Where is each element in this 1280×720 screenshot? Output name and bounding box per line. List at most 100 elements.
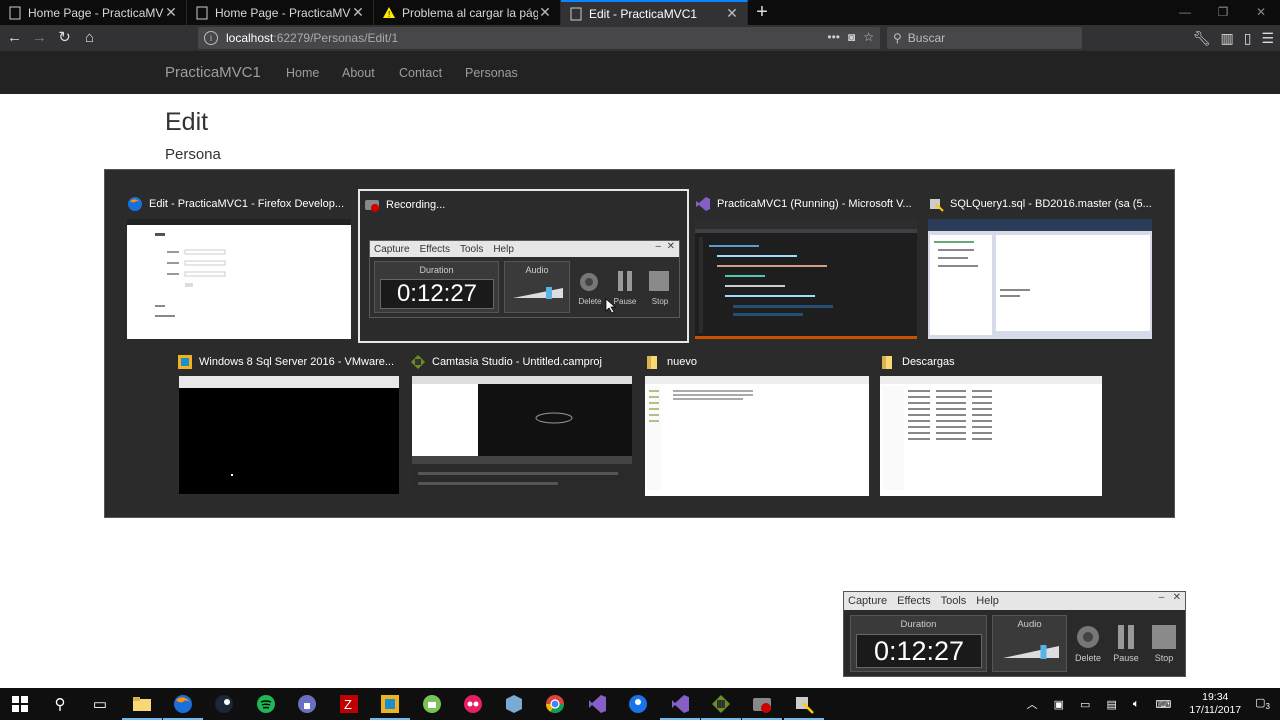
task-view-icon[interactable]: ▭: [88, 692, 112, 716]
close-icon[interactable]: ✕: [725, 5, 739, 22]
visual-studio-icon[interactable]: [585, 692, 609, 716]
browser-tab[interactable]: ! Problema al cargar la página ✕: [374, 0, 561, 25]
delete-label: Delete: [578, 297, 602, 306]
windows-start-icon[interactable]: [8, 692, 32, 716]
browser-tab[interactable]: Home Page - PracticaMVC1 ✕: [0, 0, 187, 25]
audio-level-meter: [513, 287, 563, 299]
delete-icon: [580, 273, 598, 291]
menu-tools[interactable]: Tools: [941, 595, 967, 607]
home-icon[interactable]: ⌂: [77, 26, 102, 50]
windows-taskbar: ⚲ ▭ Z ︿ ▣ ▭ ▤ 🔈︎ ⌨ 19:34 17/11/2017 ▢3: [0, 688, 1280, 720]
tab-title: Problema al cargar la página: [402, 5, 538, 20]
switcher-item-firefox[interactable]: Edit - PracticaMVC1 - Firefox Develop...: [125, 192, 353, 340]
tray-chevron-up-icon[interactable]: ︿: [1027, 696, 1038, 712]
clock[interactable]: 19:34 17/11/2017: [1189, 691, 1241, 717]
restore-icon[interactable]: ❐: [1204, 0, 1242, 25]
nav-home[interactable]: Home: [286, 66, 319, 80]
menu-effects: Effects: [419, 243, 450, 255]
browser-tab[interactable]: Home Page - PracticaMVC1 ✕: [187, 0, 374, 25]
firefox-icon: [127, 196, 143, 212]
close-icon[interactable]: ✕: [538, 4, 552, 21]
nav-personas[interactable]: Personas: [465, 66, 518, 80]
forward-icon[interactable]: →: [27, 26, 52, 50]
window-title: Recording...: [386, 199, 446, 211]
switcher-item-recording[interactable]: Recording... Capture Effects Tools Help …: [358, 189, 689, 343]
network-icon[interactable]: ▤: [1106, 698, 1116, 711]
duration-box: Duration 0:12:27: [374, 261, 499, 313]
switcher-item-vmware[interactable]: Windows 8 Sql Server 2016 - VMware...: [177, 350, 401, 498]
flickr-app-icon[interactable]: [461, 692, 485, 716]
menu-icon[interactable]: ☰: [1261, 30, 1274, 47]
pocket-icon[interactable]: ◙: [848, 30, 855, 44]
switcher-item-camtasia-studio[interactable]: Camtasia Studio - Untitled.camproj: [410, 350, 634, 498]
url-bar[interactable]: i localhost:62279/Personas/Edit/1 ••• ◙ …: [198, 27, 880, 49]
search-icon[interactable]: ⚲: [48, 692, 72, 716]
camtasia-studio-icon[interactable]: [701, 692, 741, 720]
page-icon: [195, 6, 209, 20]
browser-tab-active[interactable]: Edit - PracticaMVC1 ✕: [561, 0, 748, 25]
close-icon[interactable]: ✕: [351, 4, 365, 21]
pause-icon[interactable]: [1114, 623, 1138, 651]
menu-capture[interactable]: Capture: [848, 595, 887, 607]
tab-title: Home Page - PracticaMVC1: [28, 5, 164, 20]
menu-help[interactable]: Help: [976, 595, 999, 607]
filezilla-icon[interactable]: Z: [337, 692, 361, 716]
pause-label: Pause: [1113, 653, 1139, 663]
bookmark-star-icon[interactable]: ☆: [863, 30, 874, 44]
audio-level-meter[interactable]: [1001, 640, 1061, 664]
close-icon[interactable]: ✕: [164, 4, 178, 21]
keyboard-icon[interactable]: ⌨: [1155, 698, 1171, 711]
sidebar-icon[interactable]: ▯: [1244, 30, 1252, 47]
stop-label: Stop: [651, 297, 669, 306]
window-title: nuevo: [667, 356, 697, 368]
firefox-icon[interactable]: [163, 692, 203, 720]
android-studio-icon[interactable]: [420, 692, 444, 716]
new-tab-button[interactable]: +: [748, 0, 776, 25]
site-brand[interactable]: PracticaMVC1: [165, 64, 261, 81]
window-title: SQLQuery1.sql - BD2016.master (sa (5...: [950, 198, 1152, 210]
search-placeholder: Buscar: [907, 31, 946, 45]
switcher-item-folder-descargas[interactable]: Descargas: [880, 350, 1106, 498]
camtasia-recorder-icon[interactable]: [742, 692, 782, 720]
file-explorer-icon[interactable]: [122, 692, 162, 720]
window-title: PracticaMVC1 (Running) - Microsoft V...: [717, 198, 912, 210]
nav-about[interactable]: About: [342, 66, 375, 80]
back-icon[interactable]: ←: [2, 26, 27, 50]
close-window-icon[interactable]: ✕: [1242, 0, 1280, 25]
delete-icon[interactable]: [1075, 624, 1101, 650]
window-title: Windows 8 Sql Server 2016 - VMware...: [199, 356, 395, 368]
stop-icon[interactable]: [1151, 624, 1177, 650]
volume-icon[interactable]: 🔈︎: [1133, 698, 1140, 711]
switcher-item-sql-server[interactable]: SQLQuery1.sql - BD2016.master (sa (5...: [928, 192, 1154, 340]
keepass-icon[interactable]: [295, 692, 319, 716]
search-input[interactable]: ⚲ Buscar: [887, 27, 1082, 49]
nav-contact[interactable]: Contact: [399, 66, 442, 80]
spotify-icon[interactable]: [254, 692, 278, 716]
switcher-item-visual-studio[interactable]: PracticaMVC1 (Running) - Microsoft V...: [695, 192, 919, 340]
minimize-icon[interactable]: —: [1166, 0, 1204, 25]
audio-box: Audio: [992, 615, 1067, 672]
more-icon[interactable]: •••: [827, 30, 840, 44]
reload-icon[interactable]: ↻: [52, 26, 77, 50]
steam-icon[interactable]: [212, 692, 236, 716]
chrome-icon[interactable]: [543, 692, 567, 716]
camtasia-recorder-window: Capture Effects Tools Help – ✕ Duration …: [843, 591, 1186, 677]
tab-title: Home Page - PracticaMVC1: [215, 5, 351, 20]
menu-effects[interactable]: Effects: [897, 595, 930, 607]
recorder-menu: Capture Effects Tools Help – ✕: [844, 592, 1185, 610]
wrench-icon[interactable]: 🔧︎: [1193, 30, 1211, 47]
visual-studio-icon[interactable]: [660, 692, 700, 720]
page-icon: [8, 6, 22, 20]
svg-text:!: !: [388, 10, 390, 19]
switcher-item-folder-nuevo[interactable]: nuevo: [643, 350, 871, 498]
vmware-icon[interactable]: [370, 692, 410, 720]
battery-icon[interactable]: ▭: [1080, 698, 1090, 711]
maps-pin-icon[interactable]: [626, 692, 650, 716]
recorder-window-controls[interactable]: – ✕: [1159, 592, 1181, 603]
sql-server-icon[interactable]: [784, 692, 824, 720]
tray-app-icon[interactable]: ▣: [1054, 698, 1064, 711]
library-icon[interactable]: ▥: [1220, 30, 1233, 47]
action-center-icon[interactable]: ▢3: [1255, 696, 1270, 711]
package-icon[interactable]: [502, 692, 526, 716]
info-icon[interactable]: i: [204, 31, 218, 45]
